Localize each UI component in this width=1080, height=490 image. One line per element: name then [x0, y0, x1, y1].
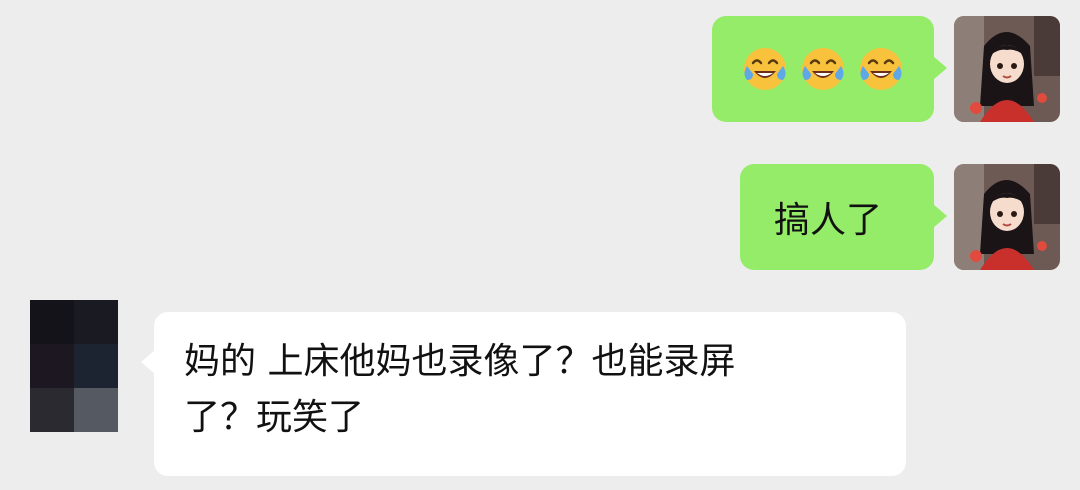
face-with-tears-of-joy-icon — [860, 48, 902, 90]
message-row-other: 妈的 上床他妈也录像了？也能录屏 了？玩笑了 — [30, 300, 906, 476]
face-with-tears-of-joy-icon — [744, 48, 786, 90]
face-with-tears-of-joy-icon — [802, 48, 844, 90]
message-text-line: 妈的 上床他妈也录像了？也能录屏 — [184, 341, 736, 382]
chat-thread: 搞人了 妈的 上床他妈也录像了？也能录屏 了？玩笑了 — [0, 0, 1080, 490]
pixelated-avatar-icon[interactable] — [30, 300, 118, 432]
girl-avatar-icon[interactable] — [954, 164, 1060, 270]
message-text-line: 了？玩笑了 — [184, 397, 365, 438]
message-text: 搞人了 — [774, 200, 883, 241]
girl-avatar-icon[interactable] — [954, 16, 1060, 122]
message-bubble-text[interactable]: 妈的 上床他妈也录像了？也能录屏 了？玩笑了 — [141, 312, 906, 476]
message-row-self — [712, 16, 1060, 122]
message-row-self: 搞人了 — [740, 164, 1060, 270]
message-bubble-text[interactable]: 搞人了 — [740, 164, 947, 270]
message-bubble-emoji[interactable] — [712, 16, 947, 122]
